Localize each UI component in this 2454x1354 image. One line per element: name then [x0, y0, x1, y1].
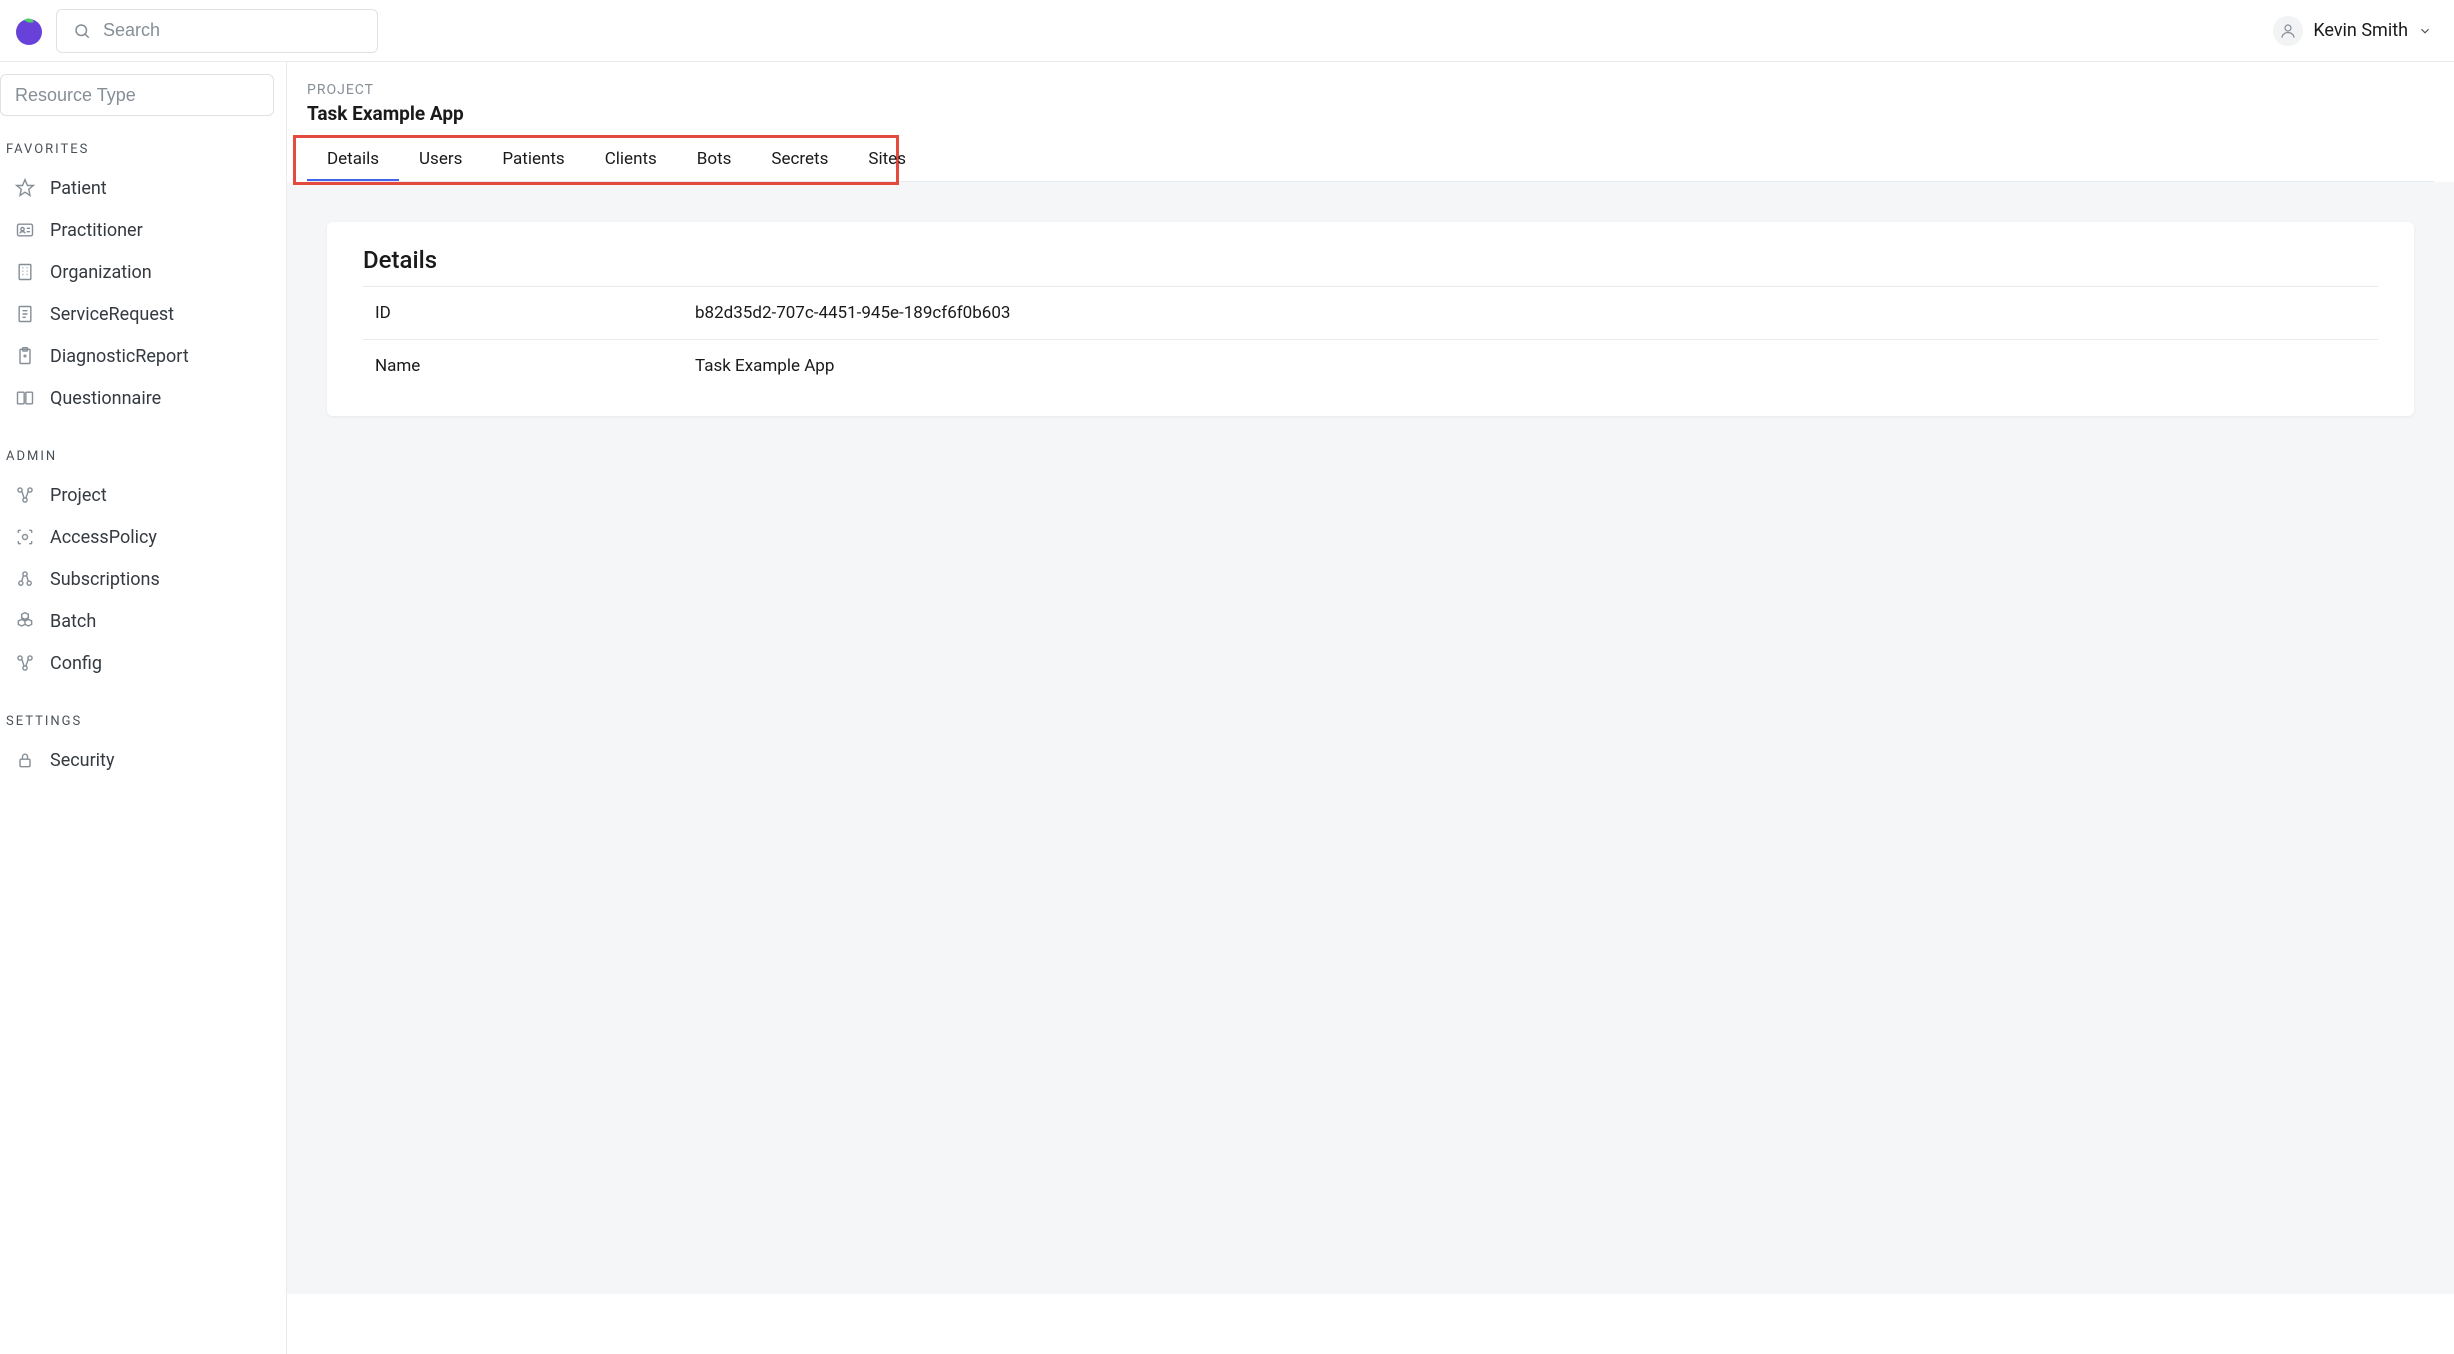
nodes-icon — [14, 652, 36, 674]
sidebar-item-batch[interactable]: Batch — [0, 600, 286, 642]
user-menu[interactable]: Kevin Smith — [2265, 12, 2440, 50]
sidebar-item-label: DiagnosticReport — [50, 346, 189, 367]
building-icon — [14, 261, 36, 283]
hexagons-icon — [14, 610, 36, 632]
star-icon — [14, 177, 36, 199]
user-name: Kevin Smith — [2313, 20, 2408, 41]
clipboard-icon — [14, 345, 36, 367]
sidebar-item-project[interactable]: Project — [0, 474, 286, 516]
sidebar-item-label: Organization — [50, 262, 152, 283]
detail-value: Task Example App — [695, 356, 834, 376]
sidebar-item-label: ServiceRequest — [50, 304, 174, 325]
detail-key: ID — [375, 303, 695, 323]
tab-bots[interactable]: Bots — [677, 139, 752, 181]
details-card: Details ID b82d35d2-707c-4451-945e-189cf… — [327, 222, 2414, 416]
section-label-admin: Admin — [0, 441, 286, 474]
sidebar-item-label: Project — [50, 485, 107, 506]
id-card-icon — [14, 219, 36, 241]
lock-icon — [14, 749, 36, 771]
tab-sites[interactable]: Sites — [848, 139, 926, 181]
topbar: Kevin Smith — [0, 0, 2454, 62]
content-area: Details ID b82d35d2-707c-4451-945e-189cf… — [287, 182, 2454, 1294]
search-input[interactable] — [103, 20, 363, 41]
detail-row-id: ID b82d35d2-707c-4451-945e-189cf6f0b603 — [363, 287, 2378, 340]
section-label-settings: Settings — [0, 706, 286, 739]
tab-details[interactable]: Details — [307, 139, 399, 181]
card-title: Details — [363, 246, 2378, 287]
page-header: PROJECT Task Example App Details Users P… — [287, 62, 2454, 182]
avatar — [2273, 16, 2303, 46]
sidebar: Favorites Patient Practitioner Organizat… — [0, 62, 287, 1354]
tab-clients[interactable]: Clients — [585, 139, 677, 181]
sidebar-item-label: Patient — [50, 178, 107, 199]
forms-icon — [14, 387, 36, 409]
detail-key: Name — [375, 356, 695, 376]
resource-type-input[interactable] — [15, 85, 259, 106]
sidebar-item-subscriptions[interactable]: Subscriptions — [0, 558, 286, 600]
app-logo[interactable] — [14, 16, 44, 46]
detail-row-name: Name Task Example App — [363, 340, 2378, 392]
tab-users[interactable]: Users — [399, 139, 482, 181]
tab-patients[interactable]: Patients — [482, 139, 584, 181]
webhook-icon — [14, 568, 36, 590]
sidebar-item-label: Subscriptions — [50, 569, 160, 590]
detail-value: b82d35d2-707c-4451-945e-189cf6f0b603 — [695, 303, 1010, 323]
tab-secrets[interactable]: Secrets — [751, 139, 848, 181]
breadcrumb: PROJECT — [307, 82, 2434, 98]
sidebar-item-security[interactable]: Security — [0, 739, 286, 781]
scan-icon — [14, 526, 36, 548]
sidebar-item-organization[interactable]: Organization — [0, 251, 286, 293]
sidebar-item-practitioner[interactable]: Practitioner — [0, 209, 286, 251]
sidebar-item-label: Batch — [50, 611, 96, 632]
sidebar-item-accesspolicy[interactable]: AccessPolicy — [0, 516, 286, 558]
sidebar-item-diagnosticreport[interactable]: DiagnosticReport — [0, 335, 286, 377]
sidebar-item-patient[interactable]: Patient — [0, 167, 286, 209]
page-title: Task Example App — [307, 102, 2434, 125]
nodes-icon — [14, 484, 36, 506]
document-icon — [14, 303, 36, 325]
sidebar-item-label: Config — [50, 653, 102, 674]
sidebar-item-config[interactable]: Config — [0, 642, 286, 684]
sidebar-item-label: Questionnaire — [50, 388, 161, 409]
sidebar-item-label: Practitioner — [50, 220, 143, 241]
sidebar-item-servicerequest[interactable]: ServiceRequest — [0, 293, 286, 335]
section-label-favorites: Favorites — [0, 134, 286, 167]
search-icon — [71, 20, 93, 42]
global-search[interactable] — [56, 9, 378, 53]
sidebar-item-label: AccessPolicy — [50, 527, 157, 548]
main-content: PROJECT Task Example App Details Users P… — [287, 62, 2454, 1354]
sidebar-item-label: Security — [50, 750, 114, 771]
sidebar-item-questionnaire[interactable]: Questionnaire — [0, 377, 286, 419]
chevron-down-icon — [2418, 24, 2432, 38]
resource-type-filter[interactable] — [0, 74, 274, 116]
tabs-bar: Details Users Patients Clients Bots Secr… — [307, 139, 2434, 182]
